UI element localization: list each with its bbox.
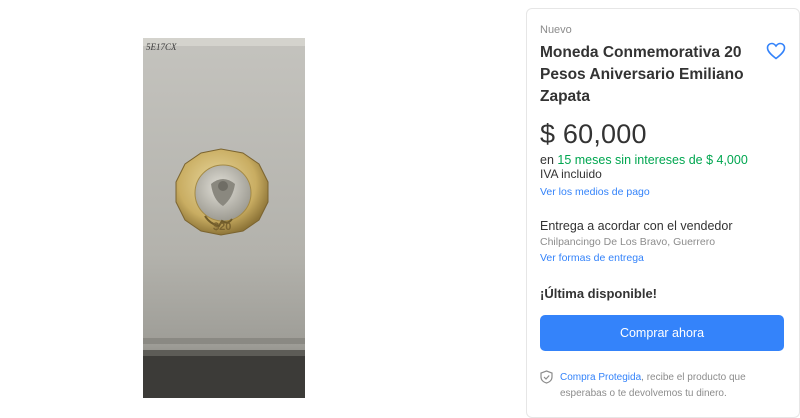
product-info-panel: Nuevo Moneda Conmemorativa 20 Pesos Aniv…	[526, 8, 800, 418]
buy-now-button[interactable]: Comprar ahora	[540, 315, 784, 351]
heart-icon[interactable]	[766, 42, 786, 60]
product-photo[interactable]: 5E17CX $20	[143, 38, 305, 398]
delivery-title: Entrega a acordar con el vendedor	[540, 219, 733, 233]
payment-methods-link[interactable]: Ver los medios de pago	[540, 186, 650, 198]
product-title: Moneda Conmemorativa 20 Pesos Aniversari…	[540, 44, 744, 105]
price: $ 60,000	[540, 119, 647, 149]
iva-label: IVA incluido	[540, 167, 602, 181]
seller-location: Chilpancingo De Los Bravo, Guerrero	[540, 236, 716, 248]
coin-photo-icon: 5E17CX $20	[143, 38, 305, 398]
protected-purchase-link[interactable]: Compra Protegida	[560, 372, 641, 383]
installments-info: en 15 meses sin intereses de $ 4,000	[540, 153, 748, 167]
svg-text:$20: $20	[213, 221, 231, 233]
condition-label: Nuevo	[540, 24, 572, 36]
delivery-options-link[interactable]: Ver formas de entrega	[540, 252, 644, 264]
handwriting: 5E17CX	[146, 42, 177, 52]
installments-prefix: en	[540, 153, 558, 167]
shield-icon	[540, 370, 553, 384]
stock-status: ¡Última disponible!	[540, 286, 657, 301]
installments-highlight: 15 meses sin intereses de $ 4,000	[557, 153, 748, 167]
purchase-protection: Compra Protegida, recibe el producto que…	[560, 370, 785, 402]
